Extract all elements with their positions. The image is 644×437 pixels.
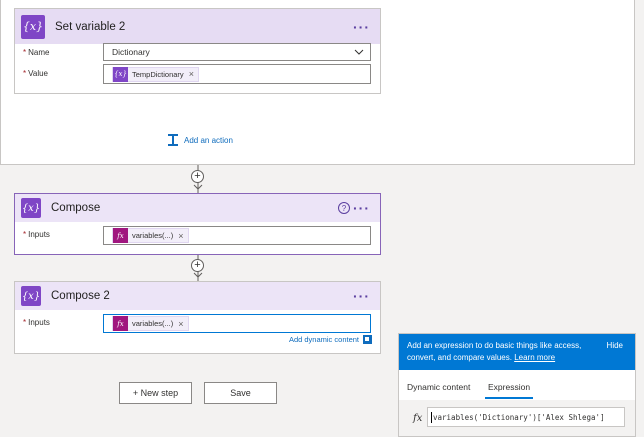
add-action-icon bbox=[168, 134, 178, 146]
active-tab-indicator bbox=[485, 397, 533, 399]
expression-input-value: variables('Dictionary')['Alex Shlega'] bbox=[433, 412, 605, 422]
insert-step-plus-icon-1[interactable]: + bbox=[191, 170, 204, 183]
value-label: * Value bbox=[23, 69, 48, 78]
dynamic-token-tempdictionary[interactable]: {x} TempDictionary × bbox=[112, 66, 199, 82]
card-menu-button[interactable]: ··· bbox=[353, 288, 370, 304]
compose-card[interactable]: {x} Compose ? ··· * Inputs fx variables(.… bbox=[14, 193, 381, 255]
remove-token-icon[interactable]: × bbox=[189, 69, 194, 79]
expression-token[interactable]: fx variables(...) × bbox=[112, 228, 189, 243]
help-icon[interactable]: ? bbox=[338, 202, 350, 214]
connector-arrow-2 bbox=[193, 272, 203, 278]
value-field[interactable]: {x} TempDictionary × bbox=[103, 64, 371, 84]
token-label: variables(...) bbox=[132, 319, 174, 328]
inputs-label: * Inputs bbox=[23, 318, 50, 327]
chevron-down-icon bbox=[354, 49, 364, 55]
banner-text: Add an expression to do basic things lik… bbox=[407, 341, 582, 362]
expression-token[interactable]: fx variables(...) × bbox=[112, 316, 189, 331]
remove-token-icon[interactable]: × bbox=[178, 231, 183, 241]
learn-more-link[interactable]: Learn more bbox=[514, 353, 555, 362]
dynamic-content-icon bbox=[363, 335, 372, 344]
compose-2-title: Compose 2 bbox=[51, 290, 110, 302]
token-label: TempDictionary bbox=[132, 69, 184, 79]
add-an-action-link[interactable]: Add an action bbox=[167, 133, 233, 147]
add-dynamic-content-label: Add dynamic content bbox=[288, 335, 359, 344]
text-caret bbox=[431, 411, 432, 423]
inputs-label: * Inputs bbox=[23, 230, 50, 239]
variable-icon: {x} bbox=[21, 14, 45, 39]
compose-inputs-field[interactable]: fx variables(...) × bbox=[103, 226, 371, 245]
tab-expression[interactable]: Expression bbox=[488, 382, 530, 392]
fx-token-icon: fx bbox=[113, 316, 128, 331]
connector-arrow-1 bbox=[193, 184, 203, 190]
card-menu-button[interactable]: ··· bbox=[353, 200, 370, 216]
set-variable-2-header[interactable]: {x} Set variable 2 ··· bbox=[15, 9, 380, 44]
compose-icon: {x} bbox=[21, 198, 41, 218]
name-dropdown[interactable]: Dictionary bbox=[103, 43, 371, 61]
fx-icon: fx bbox=[413, 413, 423, 424]
card-menu-button[interactable]: ··· bbox=[353, 19, 370, 35]
expression-info-banner: Add an expression to do basic things lik… bbox=[399, 334, 635, 370]
compose-title: Compose bbox=[51, 202, 101, 214]
save-button[interactable]: Save bbox=[204, 382, 277, 404]
new-step-button[interactable]: + New step bbox=[119, 382, 192, 404]
hide-button[interactable]: Hide bbox=[607, 340, 623, 352]
expression-panel: Add an expression to do basic things lik… bbox=[398, 333, 636, 437]
name-dropdown-value: Dictionary bbox=[112, 47, 150, 57]
compose-2-header[interactable]: {x} Compose 2 ··· bbox=[15, 282, 380, 310]
add-dynamic-content-link[interactable]: Add dynamic content bbox=[289, 335, 372, 344]
token-label: variables(...) bbox=[132, 231, 174, 240]
variable-token-icon: {x} bbox=[113, 66, 128, 82]
compose-header[interactable]: {x} Compose ? ··· bbox=[15, 194, 380, 222]
expression-input-row: fx variables('Dictionary')['Alex Shlega'… bbox=[399, 400, 635, 436]
fx-token-icon: fx bbox=[113, 228, 128, 243]
compose-2-card[interactable]: {x} Compose 2 ··· * Inputs fx variables(.… bbox=[14, 281, 381, 354]
compose-2-inputs-field[interactable]: fx variables(...) × bbox=[103, 314, 371, 333]
set-variable-2-title: Set variable 2 bbox=[55, 20, 126, 33]
compose-icon: {x} bbox=[21, 286, 41, 306]
remove-token-icon[interactable]: × bbox=[178, 319, 183, 329]
tab-dynamic-content[interactable]: Dynamic content bbox=[407, 382, 470, 392]
name-label: * Name bbox=[23, 48, 50, 57]
add-an-action-label: Add an action bbox=[184, 135, 233, 145]
expression-input[interactable]: variables('Dictionary')['Alex Shlega'] bbox=[427, 407, 625, 427]
set-variable-2-card[interactable]: {x} Set variable 2 ··· * Name Dictionary … bbox=[14, 8, 381, 94]
